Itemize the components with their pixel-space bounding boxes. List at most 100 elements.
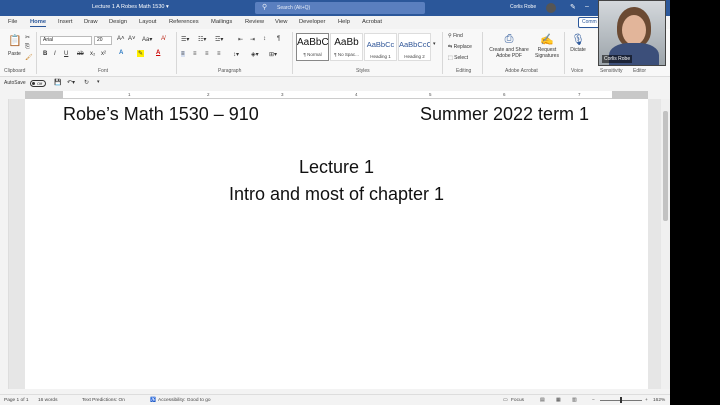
pen-icon[interactable]: ✎ <box>570 3 576 11</box>
voice-label: Voice <box>571 68 584 74</box>
tab-mailings[interactable]: Mailings <box>211 19 232 25</box>
superscript-icon[interactable]: x² <box>101 51 106 57</box>
zoom-slider-knob[interactable] <box>620 397 622 403</box>
tab-design[interactable]: Design <box>109 19 127 25</box>
format-painter-icon[interactable]: 🖌 <box>25 54 33 61</box>
increase-indent-icon[interactable]: ⇥ <box>250 36 255 43</box>
request-signatures-button[interactable]: ✍ Request Signatures <box>533 33 561 59</box>
font-family-select[interactable]: Arial <box>40 36 92 45</box>
borders-icon[interactable]: ⊞▾ <box>269 51 277 58</box>
align-right-icon[interactable]: ≡ <box>205 51 209 57</box>
read-mode-icon[interactable]: ▤ <box>540 398 545 403</box>
zoom-in-icon[interactable]: + <box>645 398 648 403</box>
horizontal-ruler[interactable]: 1 2 3 4 5 6 7 <box>25 91 648 99</box>
header-right-text[interactable]: Summer 2022 term 1 <box>420 104 589 125</box>
web-layout-icon[interactable]: ▥ <box>572 398 577 403</box>
style-heading-2[interactable]: AaBbCcC Heading 2 <box>398 33 431 61</box>
save-icon[interactable]: 💾 <box>54 79 61 86</box>
print-layout-icon[interactable]: ▦ <box>556 398 561 403</box>
search-box[interactable]: ⚲ Search (Alt+Q) <box>255 2 425 14</box>
align-left-icon[interactable]: ≡ <box>181 51 185 57</box>
paste-button[interactable]: Paste <box>8 51 21 57</box>
autosave-toggle[interactable]: Off <box>30 80 46 87</box>
text-effects-icon[interactable]: A <box>119 50 123 56</box>
sort-icon[interactable]: ↕ <box>263 36 266 42</box>
underline-icon[interactable]: U <box>64 51 68 57</box>
accessibility-status[interactable]: Accessibility: Good to go <box>158 398 211 403</box>
webcam-overlay: Corlis Robe <box>598 0 666 66</box>
avatar[interactable] <box>546 3 556 13</box>
clear-formatting-icon[interactable]: A̸ <box>161 36 165 42</box>
black-border <box>670 0 720 405</box>
find-button[interactable]: ⚲ Find <box>448 33 463 39</box>
style-normal[interactable]: AaBbC ¶ Normal <box>296 33 329 61</box>
style-preview: AaBbCc <box>366 40 395 49</box>
line-spacing-icon[interactable]: ↕▾ <box>233 51 239 58</box>
text-predictions[interactable]: Text Predictions: On <box>82 398 125 403</box>
show-formatting-icon[interactable]: ¶ <box>277 36 280 42</box>
tab-acrobat[interactable]: Acrobat <box>362 19 382 25</box>
tab-review[interactable]: Review <box>245 19 264 25</box>
bold-icon[interactable]: B <box>43 51 47 57</box>
vertical-ruler[interactable] <box>0 99 9 389</box>
scrollbar-thumb[interactable] <box>663 111 668 221</box>
decrease-indent-icon[interactable]: ⇤ <box>238 36 243 43</box>
focus-button[interactable]: Focus <box>511 398 524 403</box>
numbering-icon[interactable]: ☷▾ <box>198 36 206 43</box>
zoom-level[interactable]: 162% <box>653 398 665 403</box>
user-name[interactable]: Corlis Robe <box>510 4 536 10</box>
header-left-text[interactable]: Robe’s Math 1530 – 910 <box>63 104 259 125</box>
replace-button[interactable]: ⇆ Replace <box>448 44 472 50</box>
styles-label: Styles <box>356 68 370 74</box>
zoom-out-icon[interactable]: − <box>592 398 595 403</box>
style-no-spacing[interactable]: AaBb ¶ No Spac... <box>330 33 363 61</box>
select-button[interactable]: ⬚ Select <box>448 55 468 61</box>
tab-developer[interactable]: Developer <box>299 19 325 25</box>
change-case-icon[interactable]: Aa▾ <box>142 36 152 43</box>
page-count[interactable]: Page 1 of 1 <box>4 398 29 403</box>
copy-icon[interactable]: ⎘ <box>25 44 30 51</box>
focus-icon: ▭ <box>503 398 508 403</box>
align-center-icon[interactable]: ≡ <box>193 51 197 57</box>
lecture-title[interactable]: Lecture 1 <box>25 157 648 178</box>
redo-icon[interactable]: ↻ <box>84 79 89 86</box>
tab-file[interactable]: File <box>8 19 17 25</box>
tab-insert[interactable]: Insert <box>58 19 73 25</box>
tab-draw[interactable]: Draw <box>84 19 98 25</box>
microphone-icon: 🎙 <box>571 34 585 46</box>
italic-icon[interactable]: I <box>54 51 56 57</box>
minimize-icon[interactable]: – <box>585 3 589 10</box>
divider <box>176 32 177 74</box>
bullets-icon[interactable]: ☰▾ <box>181 36 189 43</box>
font-size-select[interactable]: 20 <box>94 36 112 45</box>
styles-more-icon[interactable]: ▾ <box>433 41 436 47</box>
grow-font-icon[interactable]: A˄ <box>117 36 125 42</box>
document-title[interactable]: Lecture 1 A Robes Math 1530 ▾ <box>92 4 169 10</box>
justify-icon[interactable]: ≡ <box>217 51 221 57</box>
subscript-icon[interactable]: x₂ <box>90 51 95 57</box>
tab-layout[interactable]: Layout <box>139 19 156 25</box>
font-color-icon[interactable]: A <box>156 50 160 56</box>
style-heading-1[interactable]: AaBbCc Heading 1 <box>364 33 397 61</box>
multilevel-list-icon[interactable]: ☲▾ <box>215 36 223 43</box>
divider <box>442 32 443 74</box>
shrink-font-icon[interactable]: A˅ <box>128 36 136 42</box>
paste-icon[interactable]: 📋 <box>8 34 22 47</box>
shading-icon[interactable]: ◈▾ <box>251 51 259 58</box>
vertical-scrollbar[interactable] <box>661 99 670 389</box>
tab-home[interactable]: Home <box>30 19 47 27</box>
customize-qat-icon[interactable]: ▾ <box>97 79 100 85</box>
lecture-subtitle[interactable]: Intro and most of chapter 1 <box>25 184 648 205</box>
divider <box>564 32 565 74</box>
word-count[interactable]: 16 words <box>38 398 57 403</box>
highlight-icon[interactable]: ✎ <box>137 50 145 57</box>
cut-icon[interactable]: ✂ <box>25 34 30 41</box>
dictate-button[interactable]: 🎙 Dictate <box>566 33 590 53</box>
tab-help[interactable]: Help <box>338 19 350 25</box>
document-page[interactable]: Robe’s Math 1530 – 910 Summer 2022 term … <box>25 99 648 389</box>
tab-references[interactable]: References <box>169 19 199 25</box>
undo-icon[interactable]: ↶▾ <box>67 79 75 86</box>
tab-view[interactable]: View <box>275 19 287 25</box>
create-share-pdf-button[interactable]: ⎙ Create and Share Adobe PDF <box>487 33 531 59</box>
strikethrough-icon[interactable]: ab <box>77 51 84 57</box>
